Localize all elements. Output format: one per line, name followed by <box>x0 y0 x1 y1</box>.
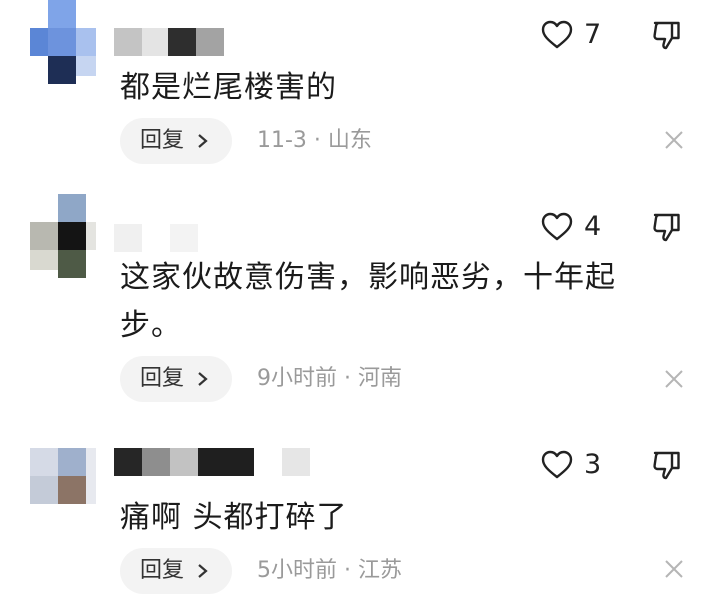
close-icon[interactable] <box>663 558 685 580</box>
chevron-right-icon <box>198 564 208 578</box>
like-count: 3 <box>584 449 602 480</box>
heart-icon[interactable] <box>540 18 574 52</box>
reply-button[interactable]: 回复 <box>120 356 232 402</box>
comment-text: 痛啊 头都打碎了 <box>120 500 348 535</box>
username-redacted[interactable] <box>114 448 310 476</box>
comment-meta: 11-3 · 山东 <box>257 128 372 153</box>
reply-button[interactable]: 回复 <box>120 548 232 594</box>
reply-label: 回复 <box>140 558 185 583</box>
username-redacted[interactable] <box>114 224 204 252</box>
close-icon[interactable] <box>663 129 685 151</box>
username-redacted[interactable] <box>114 28 224 56</box>
avatar[interactable] <box>30 194 96 278</box>
comment-item: 7 都是烂尾楼害的 回复 11-3 · 山东 <box>0 0 720 190</box>
comment-item: 3 痛啊 头都打碎了 回复 5小时前 · 江苏 <box>0 430 720 594</box>
comment-item: 4 这家伙故意伤害，影响恶劣，十年起步。 回复 9小时前 · 河南 <box>0 190 720 430</box>
close-icon[interactable] <box>663 368 685 390</box>
heart-icon[interactable] <box>540 210 574 244</box>
reply-label: 回复 <box>140 128 185 153</box>
chevron-right-icon <box>198 134 208 148</box>
comment-text: 这家伙故意伤害，影响恶劣，十年起步。 <box>120 260 616 343</box>
avatar[interactable] <box>30 448 96 532</box>
thumbs-down-icon[interactable] <box>650 210 684 244</box>
comment-text: 都是烂尾楼害的 <box>120 70 337 105</box>
reply-label: 回复 <box>140 366 185 391</box>
reply-button[interactable]: 回复 <box>120 118 232 164</box>
comment-meta: 9小时前 · 河南 <box>257 366 402 391</box>
thumbs-down-icon[interactable] <box>650 448 684 482</box>
like-count: 4 <box>584 211 602 242</box>
thumbs-down-icon[interactable] <box>650 18 684 52</box>
comment-meta: 5小时前 · 江苏 <box>257 558 402 583</box>
avatar[interactable] <box>30 0 96 84</box>
heart-icon[interactable] <box>540 448 574 482</box>
like-count: 7 <box>584 19 602 50</box>
chevron-right-icon <box>198 372 208 386</box>
